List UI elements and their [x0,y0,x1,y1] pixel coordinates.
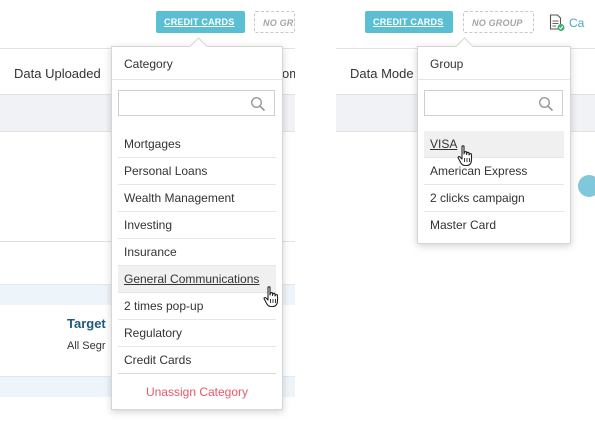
dropdown-divider [418,79,570,80]
unassign-category-link[interactable]: Unassign Category [112,385,282,399]
no-group-tag[interactable]: NO GROUP [463,11,534,33]
search-icon [538,96,554,112]
category-dropdown: Category Mortgages Personal Loans Wealth… [111,37,283,410]
column-header-data-uploaded[interactable]: Data Uploaded [14,66,101,81]
dropdown-caret [455,37,474,56]
category-item-personal-loans[interactable]: Personal Loans [118,158,276,185]
category-dropdown-title: Category [124,57,173,71]
group-item-2-clicks-campaign[interactable]: 2 clicks campaign [424,185,564,212]
category-item-insurance[interactable]: Insurance [118,239,276,266]
column-header-data-model[interactable]: Data Mode [350,66,414,81]
group-dropdown: Group VISA American Express 2 clicks cam… [417,37,571,244]
group-item-visa[interactable]: VISA [424,131,564,158]
dropdown-divider [112,79,282,80]
cut-off-link[interactable]: Ca [569,16,584,30]
segment-text: All Segr [67,340,106,352]
category-item-2-times-popup[interactable]: 2 times pop-up [118,293,276,320]
column-header-partial[interactable]: om [282,66,295,81]
category-item-regulatory[interactable]: Regulatory [118,320,276,347]
credit-cards-tag[interactable]: CREDIT CARDS [156,11,245,33]
group-item-american-express[interactable]: American Express [424,158,564,185]
hand-pointer-icon [457,145,473,167]
credit-cards-tag[interactable]: CREDIT CARDS [365,11,453,33]
group-search-input[interactable] [424,90,563,116]
category-item-credit-cards[interactable]: Credit Cards [118,347,276,374]
category-item-mortgages[interactable]: Mortgages [118,131,276,158]
dropdown-caret [189,37,208,56]
no-group-tag[interactable]: NO GR [254,11,295,33]
category-item-investing[interactable]: Investing [118,212,276,239]
category-item-general-communications[interactable]: General Communications [118,266,276,293]
search-icon [250,96,266,112]
target-heading: Target [67,316,106,331]
scroll-handle[interactable] [578,175,595,197]
document-check-icon[interactable] [549,14,565,32]
group-item-master-card[interactable]: Master Card [424,212,564,239]
category-search-input[interactable] [118,90,275,116]
hand-pointer-icon [263,286,279,308]
group-dropdown-title: Group [430,57,464,71]
category-item-wealth-management[interactable]: Wealth Management [118,185,276,212]
